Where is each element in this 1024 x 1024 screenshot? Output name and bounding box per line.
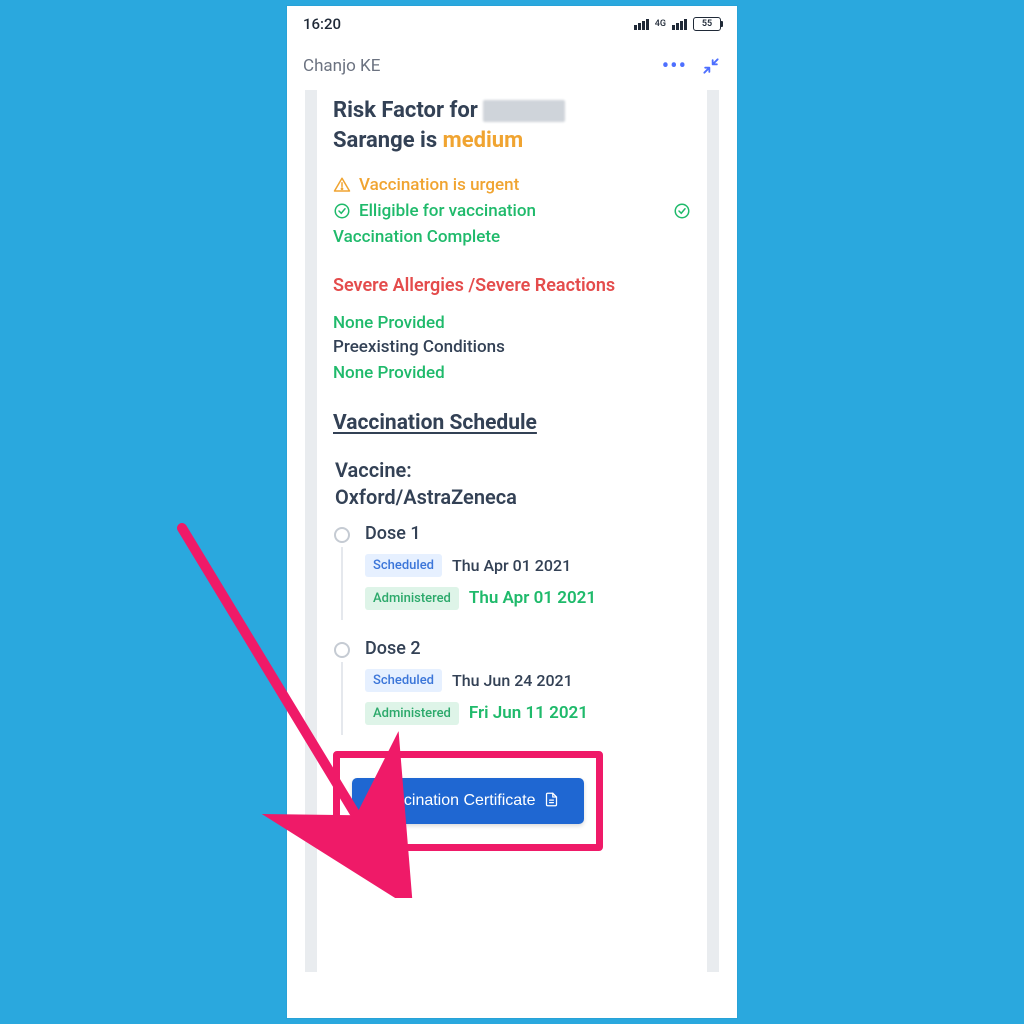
timeline-circle-icon <box>334 527 350 543</box>
conditions-label: Preexisting Conditions <box>333 337 691 357</box>
timeline-line <box>341 547 343 620</box>
risk-name-line2: Sarange is <box>333 128 443 153</box>
phone-frame: 16:20 4G 55 Chanjo KE ••• <box>287 6 737 1018</box>
status-complete: Vaccination Complete <box>333 227 691 247</box>
certificate-button-label: Vaccination Certificate <box>378 792 536 810</box>
administered-pill: Administered <box>365 587 459 610</box>
status-right: 4G 55 <box>634 17 721 31</box>
profile-card: Risk Factor for Sarange is medium Vaccin… <box>305 90 719 972</box>
status-urgent-text: Vaccination is urgent <box>359 175 519 195</box>
vaccination-certificate-button[interactable]: Vaccination Certificate <box>352 778 584 824</box>
content-area: Risk Factor for Sarange is medium Vaccin… <box>287 90 737 972</box>
allergies-value: None Provided <box>333 313 691 333</box>
battery-icon: 55 <box>693 17 721 31</box>
scheduled-pill: Scheduled <box>365 554 442 577</box>
minimize-icon[interactable] <box>701 56 721 76</box>
app-header: Chanjo KE ••• <box>287 42 737 90</box>
status-complete-text: Vaccination Complete <box>333 227 500 247</box>
signal-sim2-icon <box>672 19 687 30</box>
status-urgent: Vaccination is urgent <box>333 175 691 195</box>
redacted-name <box>483 100 565 122</box>
administered-row: Administered Thu Apr 01 2021 <box>365 587 691 610</box>
timeline-line <box>341 662 343 735</box>
administered-row: Administered Fri Jun 11 2021 <box>365 702 691 725</box>
dose-timeline <box>333 523 351 620</box>
vaccine-label: Vaccine: <box>335 458 412 482</box>
allergies-heading-a: Severe Allergies <box>333 275 468 296</box>
scheduled-row: Scheduled Thu Apr 01 2021 <box>365 554 691 577</box>
network-type: 4G <box>655 20 666 29</box>
certificate-highlight-box: Vaccination Certificate <box>333 751 603 851</box>
check-circle-icon <box>673 202 691 220</box>
clock: 16:20 <box>303 15 341 33</box>
status-eligible-text: Elligible for vaccination <box>359 201 536 221</box>
scheduled-date: Thu Jun 24 2021 <box>452 671 573 690</box>
schedule-title: Vaccination Schedule <box>333 411 691 435</box>
status-eligible-row: Elligible for vaccination <box>333 201 691 221</box>
risk-level: medium <box>443 128 524 153</box>
administered-pill: Administered <box>365 702 459 725</box>
risk-prefix: Risk Factor for <box>333 98 483 123</box>
status-list: Vaccination is urgent Elligible for vacc… <box>333 175 691 247</box>
dose-timeline <box>333 638 351 735</box>
check-circle-icon <box>333 202 351 220</box>
timeline-circle-icon <box>334 642 350 658</box>
scheduled-date: Thu Apr 01 2021 <box>452 556 571 575</box>
dose-block: Dose 2 Scheduled Thu Jun 24 2021 Adminis… <box>333 638 691 735</box>
scheduled-row: Scheduled Thu Jun 24 2021 <box>365 669 691 692</box>
warning-icon <box>333 176 351 194</box>
dose-title: Dose 2 <box>365 638 691 659</box>
signal-sim1-icon <box>634 19 649 30</box>
android-nav-bar <box>287 972 737 1018</box>
vaccine-name-text: Oxford/AstraZeneca <box>335 485 517 509</box>
vaccine-name: Vaccine: Oxford/AstraZeneca <box>333 457 691 511</box>
administered-date: Thu Apr 01 2021 <box>469 588 596 608</box>
allergies-heading-b: Severe Reactions <box>475 275 615 296</box>
dose-title: Dose 1 <box>365 523 691 544</box>
risk-heading: Risk Factor for Sarange is medium <box>333 96 691 155</box>
document-icon <box>544 792 559 809</box>
conditions-value: None Provided <box>333 363 691 383</box>
scheduled-pill: Scheduled <box>365 669 442 692</box>
status-bar: 16:20 4G 55 <box>287 6 737 42</box>
administered-date: Fri Jun 11 2021 <box>469 703 588 723</box>
app-title: Chanjo KE <box>303 56 380 76</box>
allergies-heading: Severe Allergies /Severe Reactions <box>333 273 691 298</box>
dose-block: Dose 1 Scheduled Thu Apr 01 2021 Adminis… <box>333 523 691 620</box>
more-icon[interactable]: ••• <box>662 54 687 79</box>
